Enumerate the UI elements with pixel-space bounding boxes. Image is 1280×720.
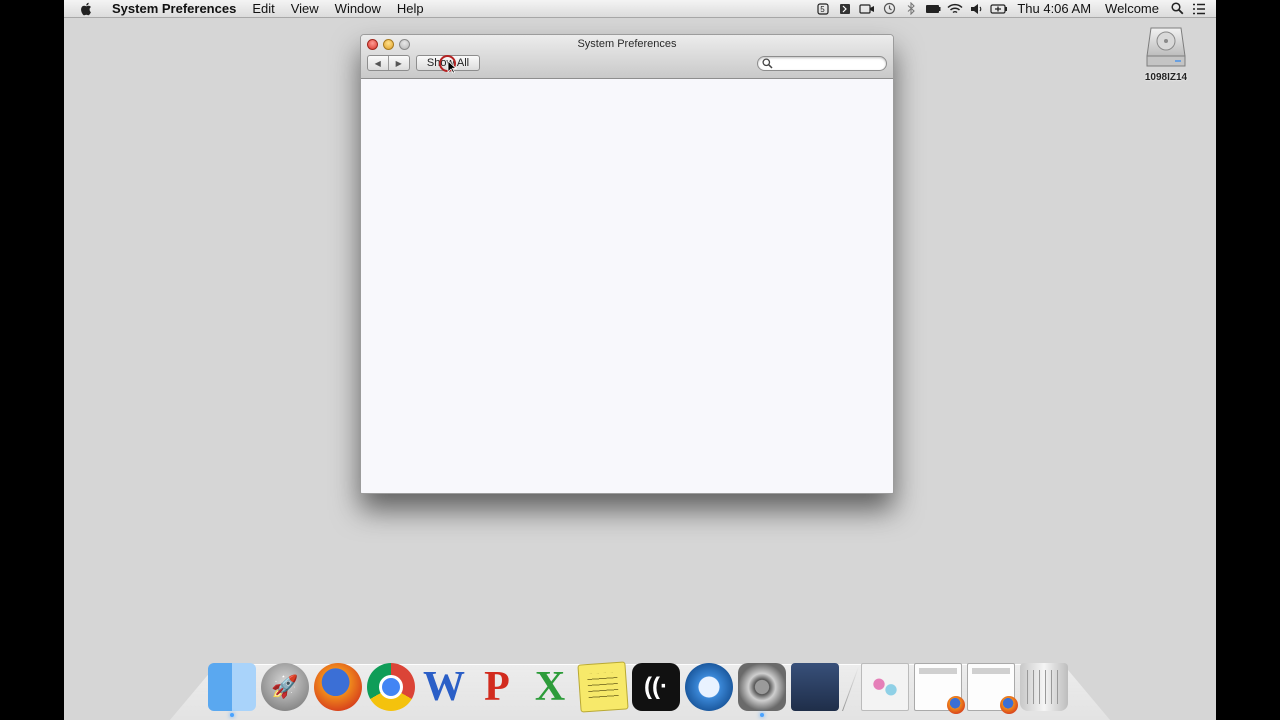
excel-icon[interactable]: X: [526, 663, 574, 711]
system-preferences-icon[interactable]: [738, 663, 786, 717]
forward-arrow-icon: ▶: [395, 58, 402, 68]
back-button[interactable]: ◀: [368, 56, 389, 70]
menu-view[interactable]: View: [283, 0, 327, 18]
preferences-content-area: [361, 79, 893, 493]
firefox-icon[interactable]: [314, 663, 362, 711]
photo-booth-icon[interactable]: [791, 663, 839, 711]
note-lines: [587, 671, 619, 703]
chrome-icon[interactable]: [367, 663, 415, 711]
back-arrow-icon: ◀: [374, 58, 381, 68]
search-input[interactable]: [776, 58, 880, 69]
document-preview: [870, 673, 900, 701]
trash-icon[interactable]: [1020, 663, 1068, 711]
shield-icon[interactable]: 5: [812, 0, 834, 18]
firefox-badge-icon: [947, 696, 965, 714]
apple-menu-icon[interactable]: [80, 1, 94, 17]
spotlight-search-icon[interactable]: [1166, 0, 1188, 18]
hard-drive-icon: [1145, 24, 1187, 70]
window-title: System Preferences: [577, 38, 677, 50]
safari-icon[interactable]: [685, 663, 733, 711]
search-icon: [762, 58, 773, 69]
audio-app-icon[interactable]: ((·: [632, 663, 680, 711]
speech-icon[interactable]: [834, 0, 856, 18]
bluetooth-icon[interactable]: [900, 0, 922, 18]
document-icon[interactable]: [861, 663, 909, 711]
forward-button[interactable]: ▶: [389, 56, 410, 70]
wifi-icon[interactable]: [944, 0, 966, 18]
system-preferences-window: System Preferences ◀ ▶ Show All: [360, 34, 894, 494]
minimized-window-icon[interactable]: [914, 663, 965, 714]
launchpad-icon[interactable]: 🚀: [261, 663, 309, 711]
finder-icon[interactable]: [208, 663, 256, 717]
window-bar: [972, 668, 1010, 674]
window-bar: [919, 668, 957, 674]
firefox-badge-icon: [1000, 696, 1018, 714]
menu-window[interactable]: Window: [327, 0, 389, 18]
battery-status-icon[interactable]: [922, 0, 944, 18]
camera-icon[interactable]: [856, 0, 878, 18]
desktop: System Preferences Edit View Window Help…: [64, 0, 1216, 720]
battery-icon[interactable]: [988, 0, 1010, 18]
menu-help[interactable]: Help: [389, 0, 432, 18]
trash-ribs: [1027, 670, 1061, 704]
dock: 🚀 W P X ((·: [208, 655, 1073, 717]
running-indicator: [760, 713, 764, 717]
back-forward-control: ◀ ▶: [367, 55, 410, 71]
svg-text:5: 5: [821, 5, 826, 14]
word-icon[interactable]: W: [420, 663, 468, 711]
running-indicator: [230, 713, 234, 717]
desktop-disk[interactable]: 1098IZ14: [1136, 24, 1196, 83]
time-machine-icon[interactable]: [878, 0, 900, 18]
dock-separator: [841, 667, 860, 711]
powerpoint-icon[interactable]: P: [473, 663, 521, 711]
menu-edit[interactable]: Edit: [244, 0, 282, 18]
search-field[interactable]: [757, 56, 887, 71]
disk-label: 1098IZ14: [1144, 72, 1188, 83]
minimized-window-icon[interactable]: [967, 663, 1018, 714]
stickies-icon[interactable]: [577, 661, 629, 713]
volume-icon[interactable]: [966, 0, 988, 18]
notification-center-icon[interactable]: [1188, 0, 1210, 18]
app-menu[interactable]: System Preferences: [108, 0, 244, 18]
user-menu[interactable]: Welcome: [1098, 0, 1166, 18]
mouse-pointer-icon: [447, 60, 457, 74]
menu-bar: System Preferences Edit View Window Help…: [64, 0, 1216, 18]
menu-clock[interactable]: Thu 4:06 AM: [1010, 0, 1098, 18]
window-toolbar: System Preferences ◀ ▶ Show All: [361, 35, 893, 79]
